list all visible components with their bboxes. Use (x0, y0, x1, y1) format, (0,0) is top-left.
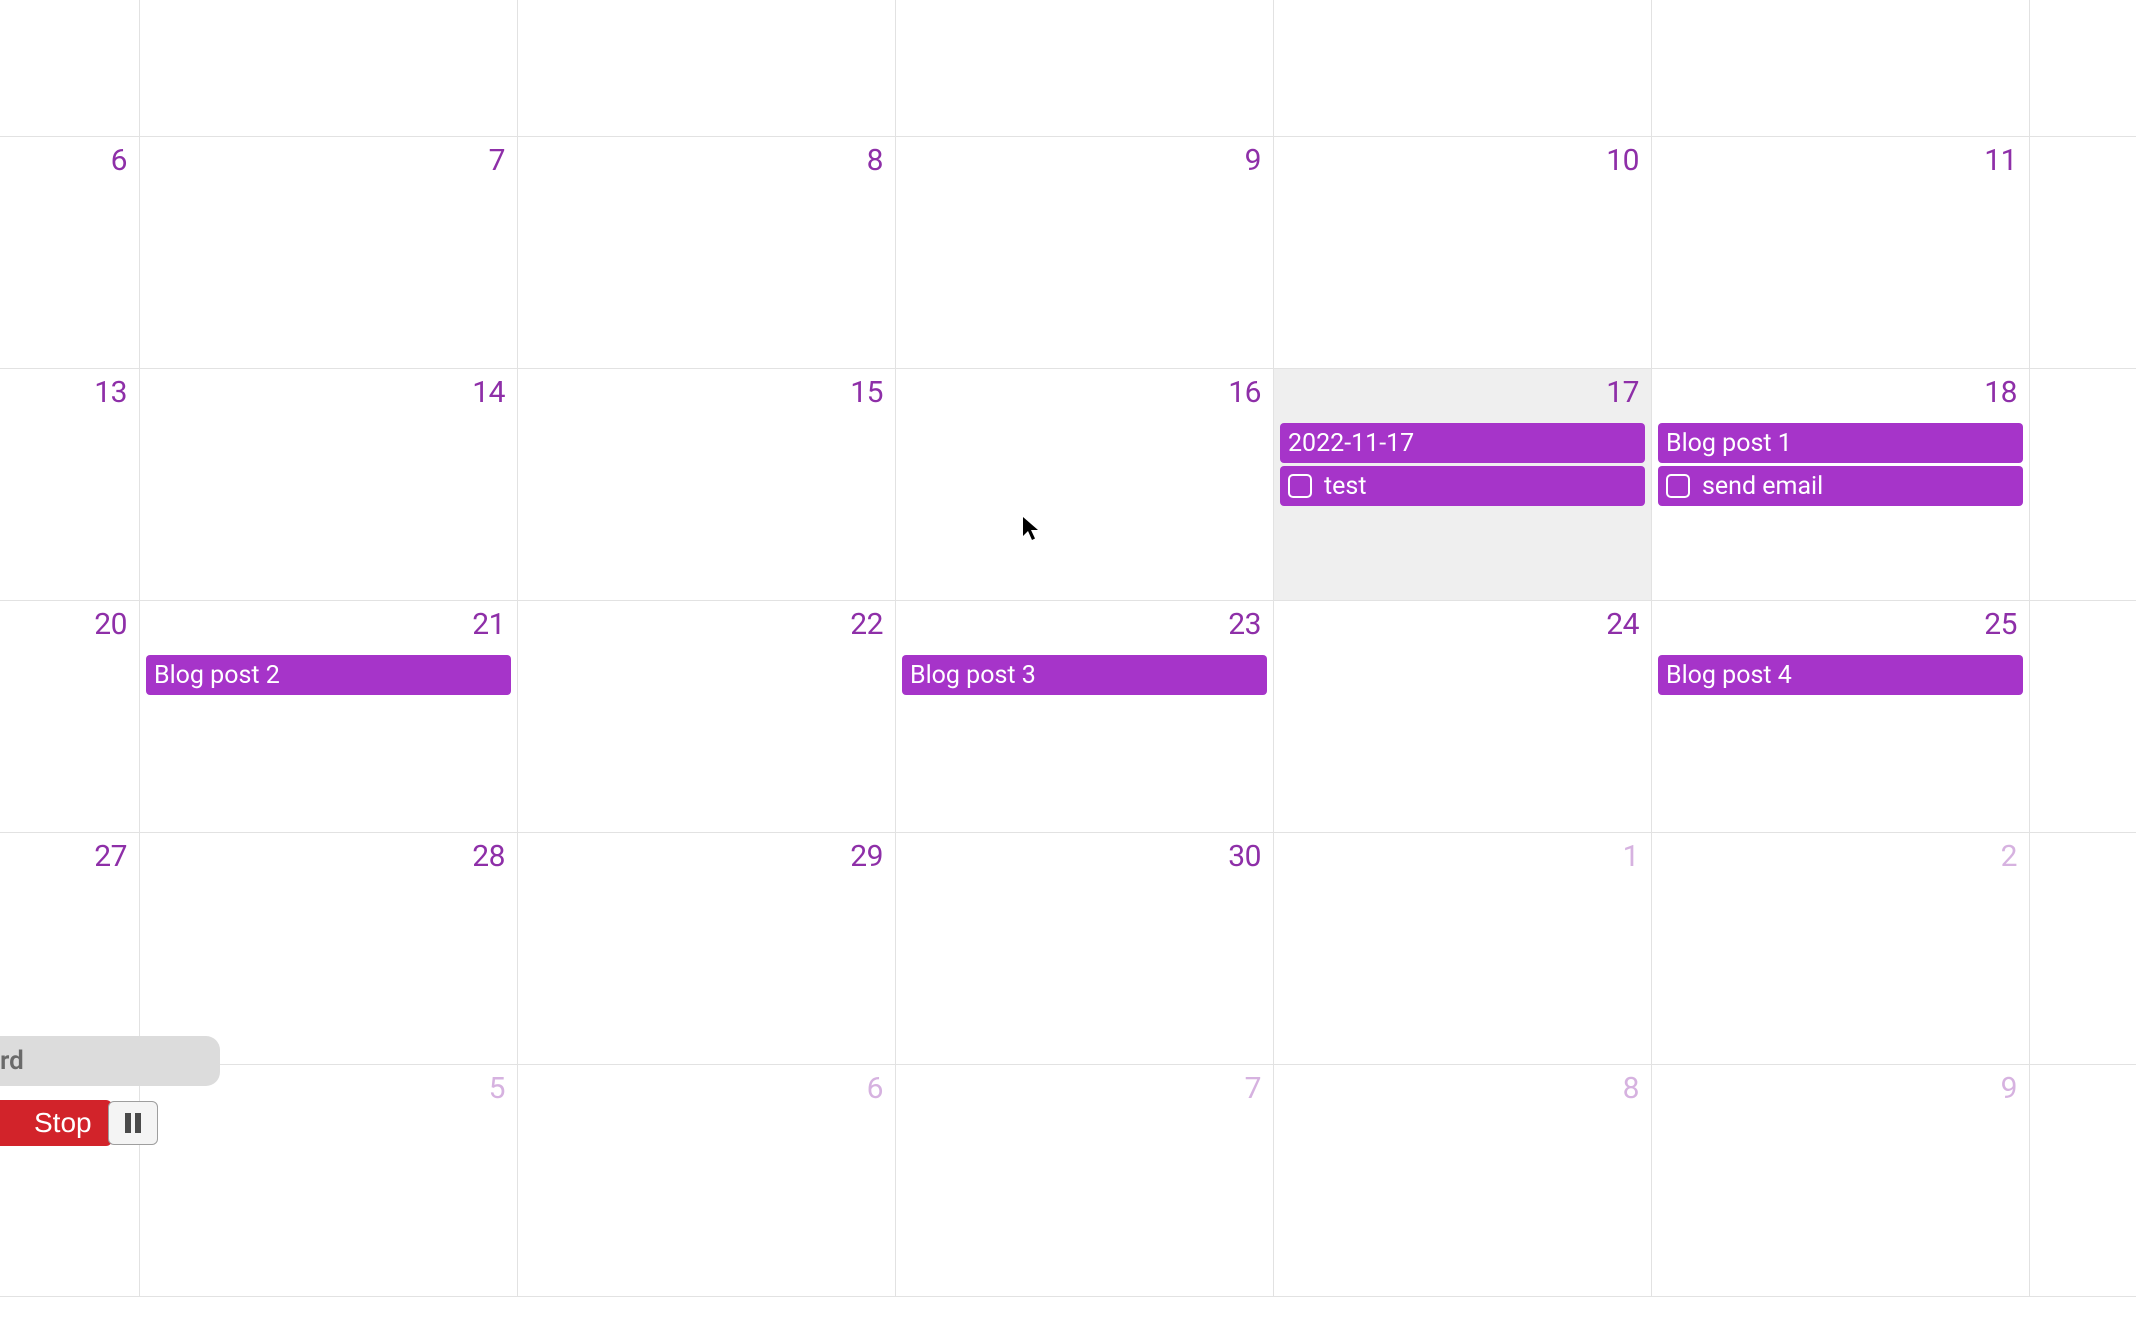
calendar-day-cell[interactable]: 18 Blog post 1 send email (1652, 369, 2030, 601)
day-number: 5 (489, 1071, 505, 1106)
day-number: 17 (1606, 375, 1639, 410)
calendar-day-cell[interactable]: 6 (0, 137, 140, 369)
calendar-month-view: 6789101113141516172022-11-17test18Blog p… (0, 0, 2136, 1297)
recorder-controls: Stop (0, 1100, 220, 1146)
day-number: 29 (850, 839, 883, 874)
pause-button[interactable] (108, 1101, 158, 1145)
calendar-day-cell[interactable]: 25 Blog post 4 (1652, 601, 2030, 833)
checkbox-icon[interactable] (1666, 474, 1690, 498)
calendar-day-cell[interactable]: 17 2022-11-17 test (1274, 369, 1652, 601)
calendar-day-cell[interactable]: 13 (0, 369, 140, 601)
calendar-day-cell[interactable] (896, 0, 1274, 137)
day-number: 28 (472, 839, 505, 874)
day-number: 30 (1228, 839, 1261, 874)
day-number: 10 (1606, 143, 1639, 178)
calendar-day-cell[interactable] (1652, 0, 2030, 137)
calendar-day-cell[interactable]: 8 (1274, 1065, 1652, 1297)
calendar-day-cell[interactable]: 1 (1274, 833, 1652, 1065)
day-number: 15 (850, 375, 883, 410)
events-container: Blog post 4 (1652, 655, 2029, 695)
calendar-day-cell[interactable]: 2 (1652, 833, 2030, 1065)
day-number: 16 (1228, 375, 1261, 410)
event-label: Blog post 2 (154, 661, 280, 690)
day-number: 6 (867, 1071, 883, 1106)
day-number: 8 (1623, 1071, 1639, 1106)
calendar-day-cell[interactable]: 28 (140, 833, 518, 1065)
day-number: 23 (1228, 607, 1261, 642)
day-number: 9 (2001, 1071, 2017, 1106)
event-label: test (1324, 472, 1367, 501)
calendar-day-cell[interactable] (2030, 137, 2136, 369)
calendar-day-cell[interactable]: 23 Blog post 3 (896, 601, 1274, 833)
calendar-day-cell[interactable] (140, 0, 518, 137)
event-label: send email (1702, 472, 1823, 501)
calendar-event[interactable]: Blog post 4 (1658, 655, 2023, 695)
calendar-day-cell[interactable] (2030, 601, 2136, 833)
day-number: 27 (94, 839, 127, 874)
event-label: Blog post 3 (910, 661, 1036, 690)
event-label: Blog post 4 (1666, 661, 1792, 690)
screen-recorder-widget: rd Stop (0, 1036, 220, 1146)
calendar-day-cell[interactable] (2030, 1065, 2136, 1297)
day-number: 20 (94, 607, 127, 642)
stop-button[interactable]: Stop (0, 1100, 112, 1146)
calendar-event[interactable]: send email (1658, 466, 2023, 506)
calendar-day-cell[interactable] (1274, 0, 1652, 137)
calendar-day-cell[interactable]: 9 (896, 137, 1274, 369)
calendar-day-cell[interactable]: 22 (518, 601, 896, 833)
event-label: Blog post 1 (1666, 429, 1792, 458)
day-number: 7 (489, 143, 505, 178)
calendar-day-cell[interactable] (0, 0, 140, 137)
calendar-day-cell[interactable]: 20 (0, 601, 140, 833)
day-number: 1 (1623, 839, 1639, 874)
calendar-day-cell[interactable]: 7 (896, 1065, 1274, 1297)
day-number: 6 (111, 143, 127, 178)
calendar-day-cell[interactable]: 30 (896, 833, 1274, 1065)
day-number: 25 (1984, 607, 2017, 642)
calendar-day-cell[interactable] (518, 0, 896, 137)
day-number: 9 (1245, 143, 1261, 178)
calendar-day-cell[interactable]: 29 (518, 833, 896, 1065)
calendar-day-cell[interactable]: 8 (518, 137, 896, 369)
day-number: 24 (1606, 607, 1639, 642)
calendar-day-cell[interactable]: 11 (1652, 137, 2030, 369)
day-number: 8 (867, 143, 883, 178)
calendar-day-cell[interactable]: 15 (518, 369, 896, 601)
calendar-event[interactable]: 2022-11-17 (1280, 423, 1645, 463)
calendar-day-cell[interactable]: 14 (140, 369, 518, 601)
day-number: 22 (850, 607, 883, 642)
day-number: 18 (1984, 375, 2017, 410)
calendar-day-cell[interactable] (2030, 369, 2136, 601)
day-number: 13 (94, 375, 127, 410)
calendar-event[interactable]: Blog post 3 (902, 655, 1267, 695)
events-container: 2022-11-17 test (1274, 423, 1651, 506)
calendar-day-cell[interactable] (2030, 0, 2136, 137)
calendar-day-cell[interactable] (2030, 833, 2136, 1065)
calendar-day-cell[interactable]: 27 (0, 833, 140, 1065)
calendar-day-cell[interactable]: 21 Blog post 2 (140, 601, 518, 833)
calendar-day-cell[interactable]: 16 (896, 369, 1274, 601)
calendar-day-cell[interactable]: 9 (1652, 1065, 2030, 1297)
calendar-day-cell[interactable]: 24 (1274, 601, 1652, 833)
calendar-day-cell[interactable]: 10 (1274, 137, 1652, 369)
calendar-day-cell[interactable]: 7 (140, 137, 518, 369)
recorder-tag: rd (0, 1036, 220, 1086)
calendar-event[interactable]: Blog post 2 (146, 655, 511, 695)
day-number: 7 (1245, 1071, 1261, 1106)
calendar-event[interactable]: test (1280, 466, 1645, 506)
events-container: Blog post 1 send email (1652, 423, 2029, 506)
pause-icon (125, 1113, 141, 1133)
events-container: Blog post 3 (896, 655, 1273, 695)
day-number: 21 (472, 607, 505, 642)
checkbox-icon[interactable] (1288, 474, 1312, 498)
events-container: Blog post 2 (140, 655, 517, 695)
day-number: 14 (472, 375, 505, 410)
day-number: 2 (2001, 839, 2017, 874)
calendar-event[interactable]: Blog post 1 (1658, 423, 2023, 463)
day-number: 11 (1984, 143, 2017, 178)
event-label: 2022-11-17 (1288, 429, 1414, 458)
calendar-day-cell[interactable]: 6 (518, 1065, 896, 1297)
